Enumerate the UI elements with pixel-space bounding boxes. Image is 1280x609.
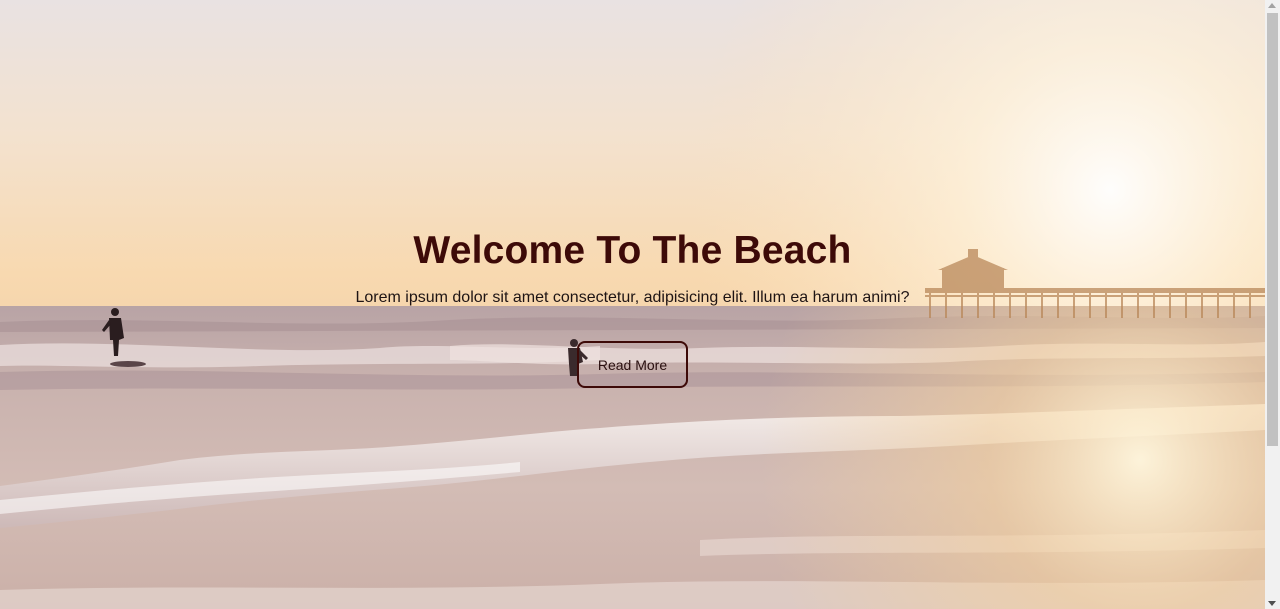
read-more-button[interactable]: Read More — [577, 341, 688, 388]
hero-title: Welcome To The Beach — [413, 229, 852, 272]
scroll-thumb[interactable] — [1267, 13, 1278, 446]
hero-description: Lorem ipsum dolor sit amet consectetur, … — [355, 289, 910, 306]
hero-content: Welcome To The Beach Lorem ipsum dolor s… — [0, 226, 1265, 388]
hero-section: Welcome To The Beach Lorem ipsum dolor s… — [0, 0, 1265, 609]
scroll-up-arrow-icon[interactable] — [1268, 3, 1276, 8]
scroll-down-arrow-icon[interactable] — [1268, 601, 1276, 606]
vertical-scrollbar[interactable] — [1265, 0, 1280, 609]
browser-viewport: Welcome To The Beach Lorem ipsum dolor s… — [0, 0, 1280, 609]
